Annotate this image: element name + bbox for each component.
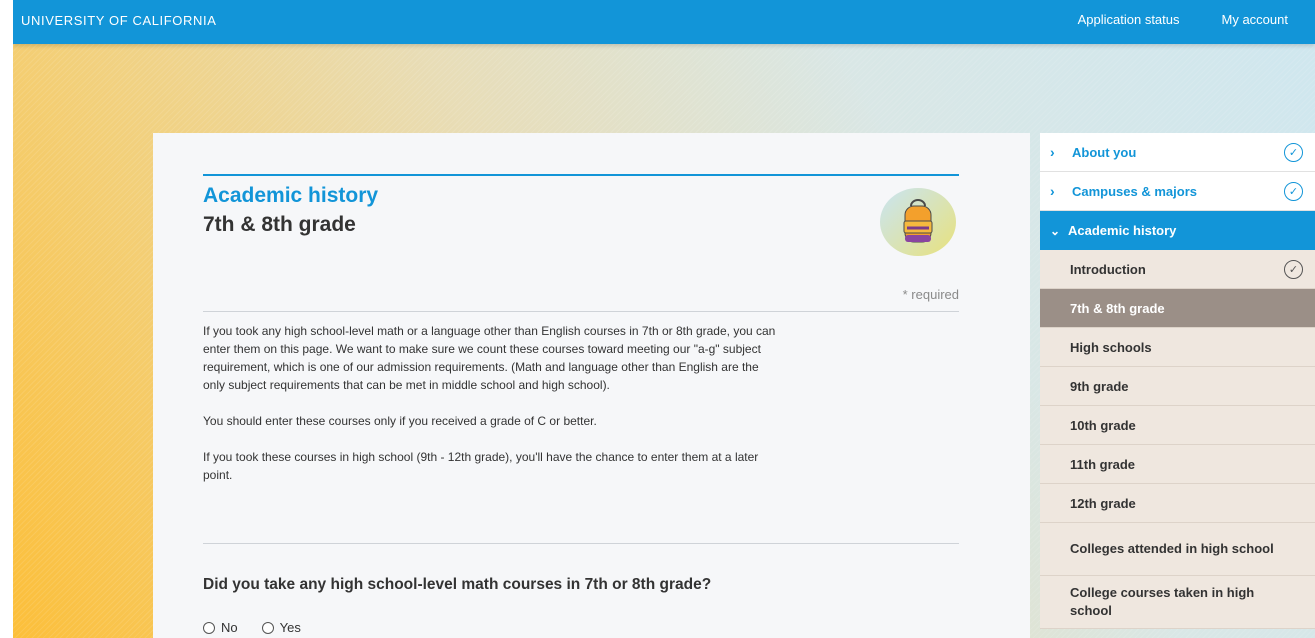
chevron-down-icon: ⌄ [1050,223,1061,238]
option-label: Yes [279,620,301,635]
nav-label: High schools [1070,339,1152,355]
nav-label: 10th grade [1070,417,1136,433]
math-question: Did you take any high school-level math … [203,576,712,593]
chevron-right-icon: › [1050,144,1055,160]
brand-logo[interactable]: UNIVERSITY OF CALIFORNIA [21,13,216,28]
option-label: No [221,620,238,635]
top-nav: Application status My account [1078,12,1288,27]
nav-11th-grade[interactable]: 11th grade [1040,445,1315,484]
application-status-link[interactable]: Application status [1078,12,1180,27]
instructions: If you took any high school-level math o… [203,322,781,502]
my-account-link[interactable]: My account [1222,12,1288,27]
nav-label: 11th grade [1070,456,1136,472]
instruction-paragraph: You should enter these courses only if y… [203,414,597,428]
checkmark-circle-icon: ✓ [1284,260,1303,279]
backpack-icon [880,188,956,256]
divider [203,311,959,312]
top-bar: UNIVERSITY OF CALIFORNIA Application sta… [13,0,1315,44]
section-title: Academic history [203,184,379,207]
nav-label: Introduction [1070,261,1146,277]
form-card: Academic history 7th & 8th grade * requi… [153,133,1030,638]
nav-colleges-attended[interactable]: Colleges attended in high school [1040,523,1315,576]
math-question-options: No Yes [203,620,301,635]
nav-9th-grade[interactable]: 9th grade [1040,367,1315,406]
title-divider [203,174,959,176]
nav-label: 12th grade [1070,495,1136,511]
option-yes[interactable]: Yes [261,620,301,635]
nav-12th-grade[interactable]: 12th grade [1040,484,1315,523]
required-note: * required [902,287,959,302]
section-nav: › About you ✓ › Campuses & majors ✓ ⌄ Ac… [1040,133,1315,629]
nav-label: Academic history [1068,223,1177,238]
option-no[interactable]: No [203,620,238,635]
nav-academic-history[interactable]: ⌄ Academic history [1040,211,1315,250]
nav-introduction[interactable]: Introduction ✓ [1040,250,1315,289]
nav-7th-8th-grade[interactable]: 7th & 8th grade [1040,289,1315,328]
instruction-paragraph: If you took these courses in high school… [203,450,759,482]
nav-campuses-majors[interactable]: › Campuses & majors ✓ [1040,172,1315,211]
instruction-paragraph: If you took any high school-level math o… [203,324,776,392]
nav-college-courses[interactable]: College courses taken in high school [1040,576,1315,629]
nav-label: 7th & 8th grade [1070,300,1165,316]
page-title: 7th & 8th grade [203,213,356,236]
radio-yes[interactable] [261,621,274,634]
radio-no[interactable] [203,621,215,634]
chevron-right-icon: › [1050,183,1055,199]
checkmark-circle-icon: ✓ [1284,182,1303,201]
page-background: UNIVERSITY OF CALIFORNIA Application sta… [13,0,1315,638]
nav-10th-grade[interactable]: 10th grade [1040,406,1315,445]
nav-label: 9th grade [1070,378,1129,394]
nav-label: About you [1072,144,1137,160]
nav-label: Colleges attended in high school [1070,541,1274,556]
divider [203,543,959,544]
nav-about-you[interactable]: › About you ✓ [1040,133,1315,172]
nav-high-schools[interactable]: High schools [1040,328,1315,367]
nav-label: Campuses & majors [1072,183,1197,199]
checkmark-circle-icon: ✓ [1284,143,1303,162]
nav-label: College courses taken in high school [1070,585,1255,618]
